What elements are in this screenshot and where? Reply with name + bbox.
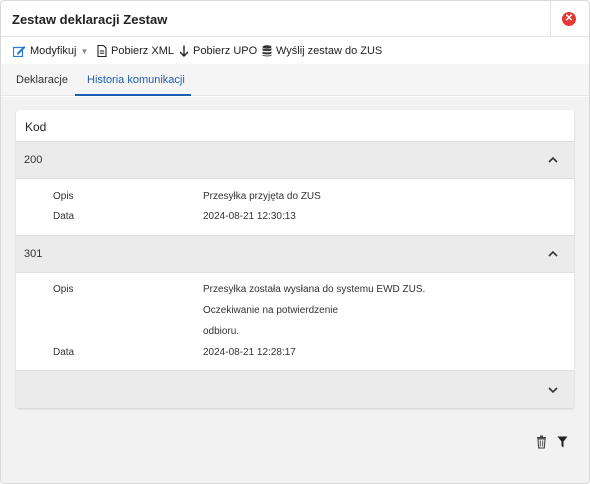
dialog-window: Zestaw deklaracji Zestaw ✕ Modyfikuj ▼ P…	[0, 0, 590, 484]
database-icon	[262, 45, 272, 57]
download-upo-button[interactable]: Pobierz UPO	[179, 43, 257, 59]
chevron-up-icon[interactable]	[546, 247, 560, 261]
detail-value-date: 2024-08-21 12:28:17	[203, 347, 296, 358]
dialog-title: Zestaw deklaracji Zestaw	[12, 12, 168, 27]
detail-value-description-line1: Przesyłka została wysłana do systemu EWD…	[203, 284, 426, 295]
chevron-down-icon[interactable]	[546, 383, 560, 397]
titlebar-divider	[550, 1, 551, 37]
download-xml-button[interactable]: Pobierz XML	[97, 43, 174, 59]
edit-icon	[13, 46, 26, 57]
chevron-down-icon: ▼	[80, 46, 89, 56]
toolbar: Modyfikuj ▼ Pobierz XML Pobierz UPO Wyśl…	[1, 38, 589, 64]
dialog-titlebar: Zestaw deklaracji Zestaw ✕	[1, 1, 589, 37]
detail-label-description: Opis	[53, 284, 74, 295]
column-header-code: Kod	[25, 120, 47, 134]
group-row-200[interactable]: 200	[16, 141, 574, 179]
detail-label-description: Opis	[53, 191, 74, 202]
close-icon[interactable]: ✕	[562, 12, 576, 26]
detail-value-description-line2: Oczekiwanie na potwierdzenie	[203, 305, 339, 316]
group-row-301[interactable]: 301	[16, 235, 574, 273]
detail-label-date: Data	[53, 211, 75, 222]
tab-bar: Deklaracje Historia komunikacji	[1, 64, 589, 96]
modify-button[interactable]: Modyfikuj ▼	[13, 43, 88, 59]
history-table: Kod 200 Opis Przesyłka przyjęta do ZUS D…	[16, 110, 574, 408]
send-to-zus-label: Wyślij zestaw do ZUS	[276, 45, 383, 57]
send-to-zus-button[interactable]: Wyślij zestaw do ZUS	[262, 43, 382, 59]
modify-label: Modyfikuj	[30, 45, 77, 57]
tab-content: Kod 200 Opis Przesyłka przyjęta do ZUS D…	[1, 97, 589, 483]
tab-declarations[interactable]: Deklaracje	[16, 74, 68, 86]
download-xml-label: Pobierz XML	[111, 45, 174, 57]
active-tab-indicator	[75, 94, 191, 96]
tab-communication-history[interactable]: Historia komunikacji	[87, 74, 185, 86]
group-code: 301	[24, 248, 43, 260]
document-icon	[97, 45, 107, 57]
arrow-down-icon	[179, 45, 189, 57]
group-code: 200	[24, 154, 43, 166]
detail-value-description: Przesyłka przyjęta do ZUS	[203, 191, 321, 202]
detail-label-date: Data	[53, 347, 75, 358]
chevron-up-icon[interactable]	[546, 153, 560, 167]
group-row-collapsed[interactable]	[16, 370, 574, 408]
trash-icon[interactable]	[536, 435, 547, 449]
detail-value-description-line3: odbioru.	[203, 326, 240, 337]
detail-value-date: 2024-08-21 12:30:13	[203, 211, 296, 222]
filter-icon[interactable]	[557, 435, 568, 449]
download-upo-label: Pobierz UPO	[193, 45, 258, 57]
